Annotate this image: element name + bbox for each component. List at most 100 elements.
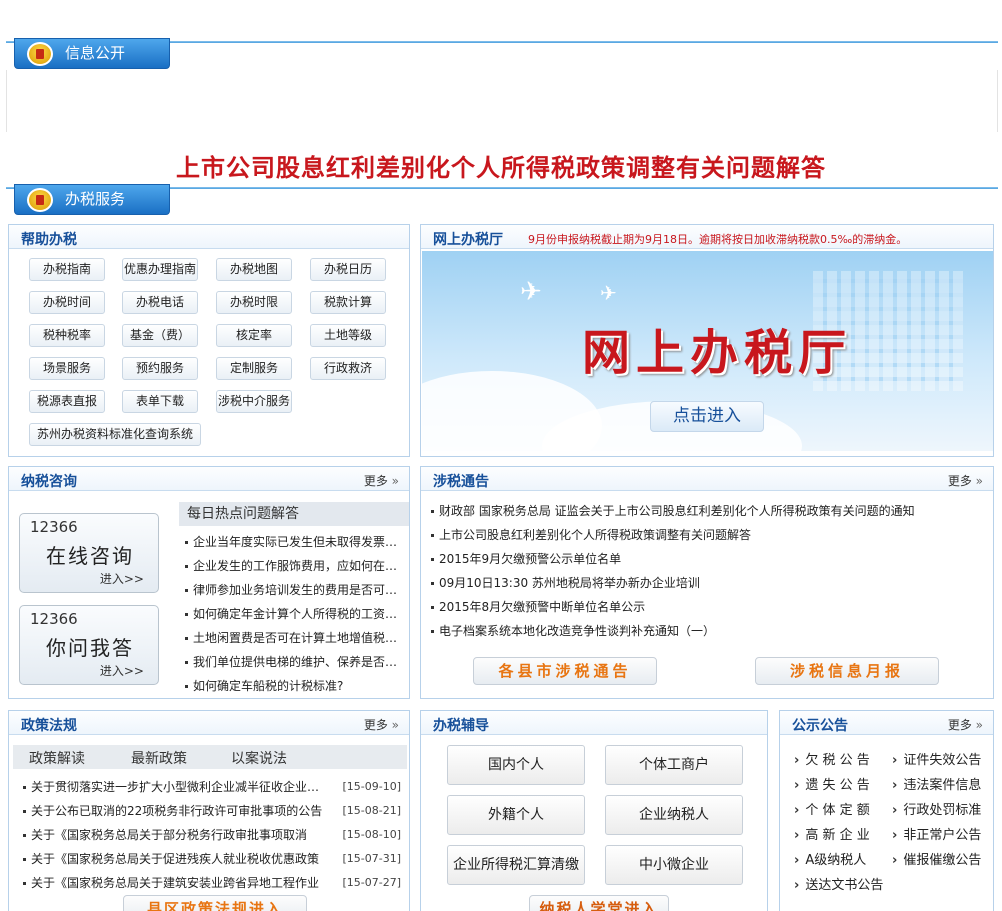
public-notice-title: 公示公告 — [792, 718, 848, 734]
qa-card[interactable]: 12366 你问我答 进入>> — [19, 605, 159, 685]
guidance-button[interactable]: 外籍个人 — [447, 795, 585, 835]
bulletin-item[interactable]: 上市公司股息红利差别化个人所得税政策调整有关问题解答 — [429, 523, 919, 547]
help-button[interactable]: 税源表直报 — [29, 390, 105, 413]
consult-panel-header: 纳税咨询 更多 — [9, 467, 409, 491]
online-hall-banner[interactable]: ✈ ✈ 网上办税厅 点击进入 — [422, 251, 993, 451]
policy-item-title: 关于《国家税务总局关于促进残疾人就业税收优惠政策 — [31, 852, 320, 866]
info-section-tab[interactable]: 信息公开 — [14, 38, 170, 69]
guidance-button[interactable]: 企业所得税汇算清缴 — [447, 845, 585, 885]
help-button[interactable]: 场景服务 — [29, 357, 105, 380]
help-button[interactable]: 涉税中介服务 — [216, 390, 292, 413]
bulletin-panel-header: 涉税通告 更多 — [421, 467, 993, 491]
help-button[interactable]: 办税地图 — [216, 258, 292, 281]
public-notice-link[interactable]: 行政处罚标准 — [892, 799, 981, 818]
policy-item[interactable]: 关于贯彻落实进一步扩大小型微利企业减半征收企业所得税 [15-09-10] — [21, 775, 401, 799]
public-notice-link[interactable]: 遗 失 公 告 — [794, 774, 869, 793]
public-notice-link[interactable]: A级纳税人 — [794, 849, 866, 868]
policy-item[interactable]: 关于《国家税务总局关于建筑安装业跨省异地工程作业 [15-07-27] — [21, 871, 401, 895]
online-hall-banner-title: 网上办税厅 — [582, 325, 853, 381]
hot-question-item[interactable]: 土地闲置费是否可在计算土地增值税时扣除？ — [183, 626, 401, 650]
online-consult-enter: 进入>> — [99, 572, 144, 586]
policy-item-date: [15-09-10] — [336, 775, 401, 799]
help-button[interactable]: 办税时限 — [216, 291, 292, 314]
hot-question-item[interactable]: 如何确定车船税的计税标准? — [183, 674, 401, 698]
hot-question-item[interactable]: 企业当年度实际已发生但未取得发票的支出... — [183, 530, 401, 554]
qa-label: 你问我答 — [46, 636, 134, 660]
tab-case-law[interactable]: 以案说法 — [231, 748, 287, 768]
bulletin-item[interactable]: 2015年9月欠缴预警公示单位名单 — [429, 547, 919, 571]
hot-question-item[interactable]: 如何确定年金计算个人所得税的工资计税基数？ — [183, 602, 401, 626]
guidance-button[interactable]: 企业纳税人 — [605, 795, 743, 835]
hot-question-item[interactable]: 我们单位提供电梯的维护、保养是否缴纳营业税？ — [183, 650, 401, 674]
tax-service-section-bar: 办税服务 — [6, 184, 998, 218]
help-button[interactable]: 办税指南 — [29, 258, 105, 281]
public-notice-link[interactable]: 送达文书公告 — [794, 874, 883, 893]
bulletin-item[interactable]: 财政部 国家税务总局 证监会关于上市公司股息红利差别化个人所得税政策有关问题的通… — [429, 499, 919, 523]
public-notice-link[interactable]: 催报催缴公告 — [892, 849, 981, 868]
public-notice-link[interactable]: 违法案件信息 — [892, 774, 981, 793]
help-button[interactable]: 优惠办理指南 — [122, 258, 198, 281]
help-button[interactable]: 土地等级 — [310, 324, 386, 347]
help-button[interactable]: 税款计算 — [310, 291, 386, 314]
headline-link[interactable]: 上市公司股息红利差别化个人所得税政策调整有关问题解答 — [0, 148, 1002, 183]
help-button[interactable]: 定制服务 — [216, 357, 292, 380]
guidance-panel: 办税辅导 国内个人 个体工商户 外籍个人 企业纳税人 企业所得税汇算清缴 中小微企业 纳税… — [420, 710, 768, 911]
tax-service-section-label: 办税服务 — [65, 190, 126, 208]
public-notice-link[interactable]: 个 体 定 额 — [794, 799, 869, 818]
public-notice-link[interactable]: 欠 税 公 告 — [794, 749, 869, 768]
policy-item-title: 关于《国家税务总局关于部分税务行政审批事项取消 — [31, 828, 308, 842]
help-button[interactable]: 办税电话 — [122, 291, 198, 314]
hot-question-item[interactable]: 律师参加业务培训发生的费用是否可以扣除？ — [183, 578, 401, 602]
help-button[interactable]: 基金（费） — [122, 324, 198, 347]
hotline-number: 12366 — [30, 518, 78, 536]
qa-enter: 进入>> — [99, 664, 144, 678]
policy-list: 关于贯彻落实进一步扩大小型微利企业减半征收企业所得税 [15-09-10] 关于公布… — [21, 775, 401, 895]
help-button[interactable]: 办税日历 — [310, 258, 386, 281]
public-more-link[interactable]: 更多 — [948, 716, 983, 733]
info-area — [6, 70, 998, 132]
help-button[interactable]: 办税时间 — [29, 291, 105, 314]
county-policy-button[interactable]: 县区政策法规进入 — [123, 895, 307, 911]
hot-questions-title: 每日热点问题解答 — [179, 502, 409, 526]
tab-latest-policy[interactable]: 最新政策 — [131, 748, 187, 768]
bulletin-item[interactable]: 电子档案系统本地化改造竞争性谈判补充通知（一） — [429, 619, 919, 643]
policy-item[interactable]: 关于公布已取消的22项税务非行政许可审批事项的公告 [15-08-21] — [21, 799, 401, 823]
policy-item[interactable]: 关于《国家税务总局关于部分税务行政审批事项取消 [15-08-10] — [21, 823, 401, 847]
bulletin-more-link[interactable]: 更多 — [948, 472, 983, 489]
help-button[interactable]: 行政救济 — [310, 357, 386, 380]
public-notice-link[interactable]: 高 新 企 业 — [794, 824, 869, 843]
guidance-button[interactable]: 国内个人 — [447, 745, 585, 785]
consult-more-link[interactable]: 更多 — [364, 472, 399, 489]
info-section-label: 信息公开 — [65, 44, 126, 62]
help-wide-button[interactable]: 苏州办税资料标准化查询系统 — [29, 423, 201, 446]
bulletin-item[interactable]: 09月10日13:30 苏州地税局将举办新办企业培训 — [429, 571, 919, 595]
bulletin-panel-title: 涉税通告 — [433, 474, 489, 490]
help-button[interactable]: 税种税率 — [29, 324, 105, 347]
bulletin-item[interactable]: 2015年8月欠缴预警中断单位名单公示 — [429, 595, 919, 619]
taxpayer-school-button[interactable]: 纳税人学堂进入 — [529, 895, 669, 911]
deadline-notice[interactable]: 9月份申报纳税截止期为9月18日。逾期将按日加收滞纳税款0.5‰的滞纳金。 — [528, 231, 907, 247]
help-button[interactable]: 表单下载 — [122, 390, 198, 413]
tax-service-section-tab[interactable]: 办税服务 — [14, 184, 170, 215]
policy-item[interactable]: 关于《国家税务总局关于促进残疾人就业税收优惠政策 [15-07-31] — [21, 847, 401, 871]
online-hall-title[interactable]: 网上办税厅 — [433, 229, 503, 249]
guidance-button[interactable]: 个体工商户 — [605, 745, 743, 785]
online-consult-label: 在线咨询 — [46, 544, 134, 568]
help-button[interactable]: 核定率 — [216, 324, 292, 347]
guidance-panel-header: 办税辅导 — [421, 711, 767, 735]
policy-item-date: [15-07-31] — [336, 847, 401, 871]
policy-more-link[interactable]: 更多 — [364, 716, 399, 733]
enter-online-hall-button[interactable]: 点击进入 — [650, 401, 764, 432]
help-button[interactable]: 预约服务 — [122, 357, 198, 380]
tax-emblem-icon — [27, 42, 53, 66]
bulletin-panel: 涉税通告 更多 财政部 国家税务总局 证监会关于上市公司股息红利差别化个人所得税政… — [420, 466, 994, 699]
monthly-report-button[interactable]: 涉税信息月报 — [755, 657, 939, 685]
public-notice-link[interactable]: 非正常户公告 — [892, 824, 981, 843]
tab-policy-interpretation[interactable]: 政策解读 — [29, 748, 85, 768]
guidance-button[interactable]: 中小微企业 — [605, 845, 743, 885]
tax-emblem-icon — [27, 188, 53, 212]
hot-question-item[interactable]: 企业发生的工作服饰费用，应如何在企业所得税前扣除？ — [183, 554, 401, 578]
public-notice-link[interactable]: 证件失效公告 — [892, 749, 981, 768]
county-bulletin-button[interactable]: 各县市涉税通告 — [473, 657, 657, 685]
online-consult-card[interactable]: 12366 在线咨询 进入>> — [19, 513, 159, 593]
